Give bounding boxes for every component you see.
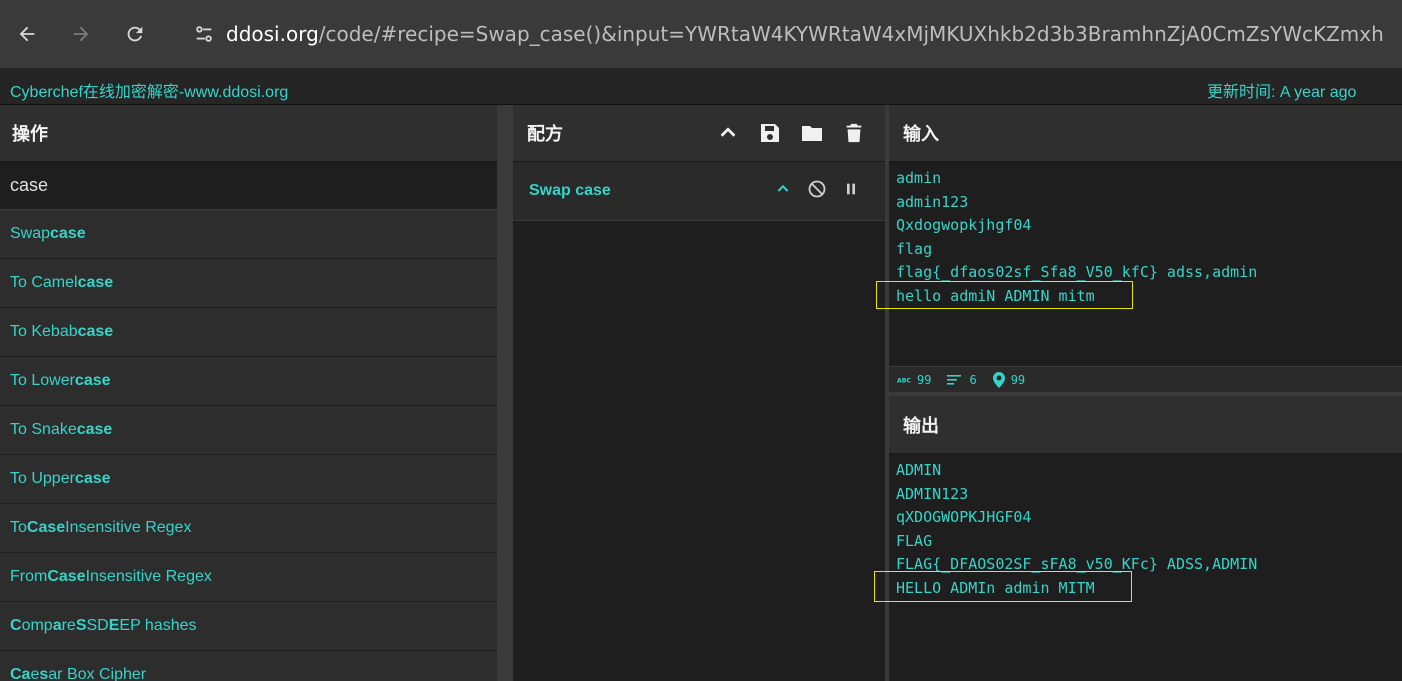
recipe-header: 配方	[513, 105, 885, 162]
input-textarea[interactable]: admin admin123 Qxdogwopkjhgf04 flag flag…	[876, 162, 1402, 366]
operation-item[interactable]: To Upper case	[0, 455, 497, 504]
operation-item[interactable]: To Camel case	[0, 259, 497, 308]
operation-item[interactable]: To Kebab case	[0, 308, 497, 357]
recipe-panel: 配方 Swap case	[513, 105, 885, 681]
operations-list: Swap case To Camel case To Kebab case To Lo…	[0, 210, 497, 681]
char-count: ABC 99	[897, 373, 931, 387]
output-textarea[interactable]: ADMIN ADMIN123 qXDOGWOPKJHGF04 FLAG FLAG…	[874, 454, 1402, 681]
cursor-position: 99	[992, 371, 1026, 388]
operation-item[interactable]: Swap case	[0, 210, 497, 259]
location-pin-icon	[992, 371, 1005, 388]
address-bar[interactable]: ddosi.org/code/#recipe=Swap_case()&input…	[182, 10, 1402, 58]
back-button[interactable]	[0, 0, 54, 68]
save-icon[interactable]	[757, 119, 783, 147]
operations-header: 操作	[0, 105, 497, 162]
input-status-bar: ABC 99 6 99	[889, 366, 1402, 392]
site-header: Cyberchef在线加密解密-www.ddosi.org 更新时间: A ye…	[0, 68, 1402, 105]
line-count-value: 6	[969, 372, 977, 387]
io-panel: 输入 admin admin123 Qxdogwopkjhgf04 flag f…	[874, 105, 1402, 681]
operation-item[interactable]: To Case Insensitive Regex	[0, 504, 497, 553]
output-header: 输出	[889, 396, 1402, 454]
input-highlight-box	[876, 281, 1133, 309]
operation-item[interactable]: Comp a re S SD E EP hashes	[0, 602, 497, 651]
line-count: 6	[947, 372, 977, 387]
operations-search-input[interactable]: case	[0, 162, 497, 210]
chevron-up-icon[interactable]	[715, 119, 741, 147]
arrow-left-icon	[19, 26, 35, 42]
url-path: /code/#recipe=Swap_case()&input=YWRtaW4K…	[318, 22, 1384, 46]
browser-toolbar: ddosi.org/code/#recipe=Swap_case()&input…	[0, 0, 1402, 68]
operation-item[interactable]: To Lower case	[0, 357, 497, 406]
reload-button[interactable]	[108, 0, 162, 68]
output-highlight-box	[874, 571, 1132, 602]
site-title[interactable]: Cyberchef在线加密解密-www.ddosi.org	[10, 78, 288, 102]
recipe-operation-swap-case[interactable]: Swap case	[513, 162, 885, 221]
svg-text:ABC: ABC	[897, 377, 911, 384]
url-text: ddosi.org/code/#recipe=Swap_case()&input…	[226, 22, 1384, 46]
abc-icon: ABC	[897, 377, 911, 384]
disable-icon[interactable]	[807, 178, 827, 200]
operations-panel: 操作 case Swap case To Camel case To Kebab c…	[0, 105, 497, 681]
site-settings-icon[interactable]	[182, 10, 226, 58]
url-host: ddosi.org	[226, 22, 319, 46]
arrow-right-icon	[73, 26, 89, 42]
operation-item[interactable]: Ca e s ar Box Cipher	[0, 651, 497, 681]
char-count-value: 99	[917, 372, 932, 387]
operation-item[interactable]: To Snake case	[0, 406, 497, 455]
input-header: 输入	[889, 105, 1402, 162]
site-updated[interactable]: 更新时间: A year ago	[1207, 78, 1356, 102]
folder-icon[interactable]	[799, 119, 825, 147]
recipe-operation-name: Swap case	[529, 182, 611, 199]
trash-icon[interactable]	[841, 119, 867, 147]
operation-item[interactable]: From Case Insensitive Regex	[0, 553, 497, 602]
forward-button[interactable]	[54, 0, 108, 68]
lines-icon	[947, 374, 962, 385]
reload-icon	[127, 26, 143, 42]
panel-gutter[interactable]	[497, 105, 513, 681]
chevron-up-icon[interactable]	[773, 178, 793, 200]
pause-icon[interactable]	[841, 178, 861, 200]
recipe-title: 配方	[527, 124, 563, 144]
cursor-position-value: 99	[1010, 372, 1026, 387]
